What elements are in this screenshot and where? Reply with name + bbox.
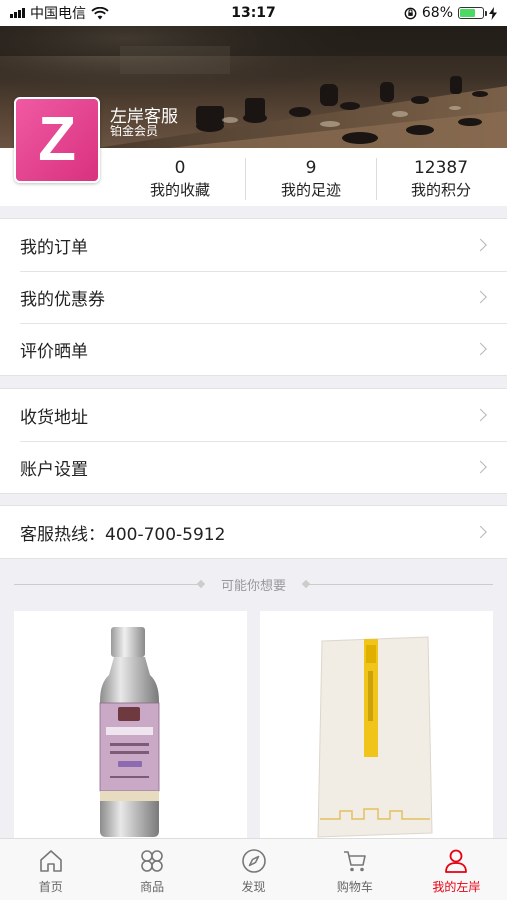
tab-bar: 首页 商品 发现 购物车 我的左岸	[0, 838, 507, 900]
battery-icon	[458, 7, 487, 19]
wifi-icon	[91, 6, 109, 19]
tab-home[interactable]: 首页	[0, 839, 101, 900]
orientation-lock-icon	[404, 7, 417, 19]
chevron-right-icon	[474, 290, 487, 304]
chevron-right-icon	[474, 460, 487, 474]
chevron-right-icon	[474, 238, 487, 252]
menu-item-label: 账户设置	[20, 459, 88, 480]
stat-value: 0	[174, 158, 186, 178]
menu-item-account-settings[interactable]: 账户设置	[0, 441, 507, 493]
menu-item-my-coupons[interactable]: 我的优惠券	[0, 271, 507, 323]
menu-group-account: 收货地址 账户设置	[0, 388, 507, 494]
compass-icon	[241, 849, 266, 873]
charging-icon	[489, 6, 497, 20]
menu-item-hotline[interactable]: 客服热线：400-700-5912	[0, 506, 507, 558]
carrier-name: 中国电信	[30, 6, 86, 22]
avatar-letter: Z	[38, 105, 76, 174]
stat-favorites[interactable]: 0 我的收藏	[115, 158, 245, 200]
tab-label: 购物车	[336, 880, 373, 894]
tab-discover[interactable]: 发现	[203, 839, 304, 900]
tab-label: 发现	[241, 880, 266, 894]
product-card[interactable]	[14, 611, 247, 841]
stat-label: 我的收藏	[149, 181, 210, 199]
menu-item-label: 收货地址	[20, 407, 88, 428]
chevron-right-icon	[474, 525, 487, 539]
stat-footprints[interactable]: 9 我的足迹	[246, 158, 376, 200]
recommend-title: 可能你想要	[220, 578, 286, 594]
member-level: 铂金会员	[110, 124, 159, 138]
hotline-label: 客服热线：400-700-5912	[20, 524, 226, 545]
cart-icon	[343, 851, 366, 872]
product-card[interactable]	[260, 611, 493, 841]
menu-item-reviews[interactable]: 评价晒单	[0, 323, 507, 375]
menu-item-label: 我的订单	[20, 237, 88, 258]
menu-item-label: 我的优惠券	[20, 289, 105, 310]
tab-products[interactable]: 商品	[101, 839, 202, 900]
menu-item-label: 评价晒单	[20, 341, 88, 362]
menu-group-hotline: 客服热线：400-700-5912	[0, 505, 507, 559]
clock: 13:17	[231, 5, 276, 21]
stat-label: 我的积分	[410, 181, 471, 199]
user-icon	[445, 849, 468, 873]
status-bar: 中国电信 13:17 68%	[0, 0, 507, 26]
battery-percent: 68%	[421, 5, 453, 21]
stat-value: 12387	[413, 158, 469, 178]
product-image	[317, 636, 433, 838]
avatar[interactable]: Z	[14, 97, 100, 183]
menu-group-orders: 我的订单 我的优惠券 评价晒单	[0, 218, 507, 376]
tab-my-account[interactable]: 我的左岸	[406, 839, 507, 900]
tab-cart[interactable]: 购物车	[304, 839, 405, 900]
tab-label: 首页	[38, 880, 63, 894]
menu-item-shipping-address[interactable]: 收货地址	[0, 389, 507, 441]
stat-points[interactable]: 12387 我的积分	[376, 158, 506, 200]
tab-label: 我的左岸	[432, 880, 481, 894]
chevron-right-icon	[474, 342, 487, 356]
signal-icon	[10, 8, 25, 18]
product-image	[99, 627, 160, 837]
menu-item-my-orders[interactable]: 我的订单	[0, 219, 507, 271]
stat-value: 9	[305, 158, 317, 178]
grid-icon	[141, 850, 163, 872]
home-icon	[39, 850, 62, 872]
tab-label: 商品	[140, 880, 165, 894]
chevron-right-icon	[474, 408, 487, 422]
stat-label: 我的足迹	[280, 181, 341, 199]
